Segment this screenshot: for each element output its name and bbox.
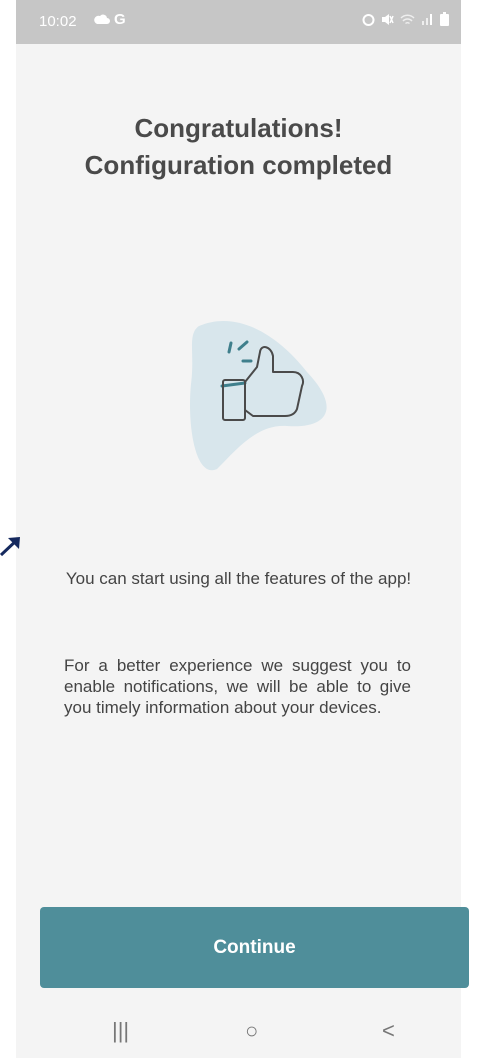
system-nav-bar: ||| ○ < [16,1010,461,1058]
battery-icon [440,12,449,30]
google-g-icon: G [114,11,126,28]
home-button[interactable]: ○ [245,1018,258,1044]
app-screen: 10:02 G Congratulations! Configuration c… [16,0,469,1058]
status-icons [362,12,449,30]
back-button[interactable]: < [382,1018,395,1044]
cloud-icon [94,12,110,29]
alarm-icon [362,13,375,30]
page-title: Congratulations! [134,113,343,143]
continue-button[interactable]: Continue [40,907,469,988]
features-message: You can start using all the features of … [65,569,412,588]
thumbs-up-icon [177,314,337,476]
wifi-icon [400,13,415,30]
mute-icon [381,13,394,30]
signal-icon [421,13,434,30]
recent-apps-button[interactable]: ||| [112,1018,129,1044]
page-subtitle: Configuration completed [84,150,393,180]
arrow-icon [0,535,22,557]
status-time: 10:02 [39,13,77,30]
notifications-message: For a better experience we suggest you t… [64,656,411,717]
status-bar: 10:02 G [16,0,461,44]
